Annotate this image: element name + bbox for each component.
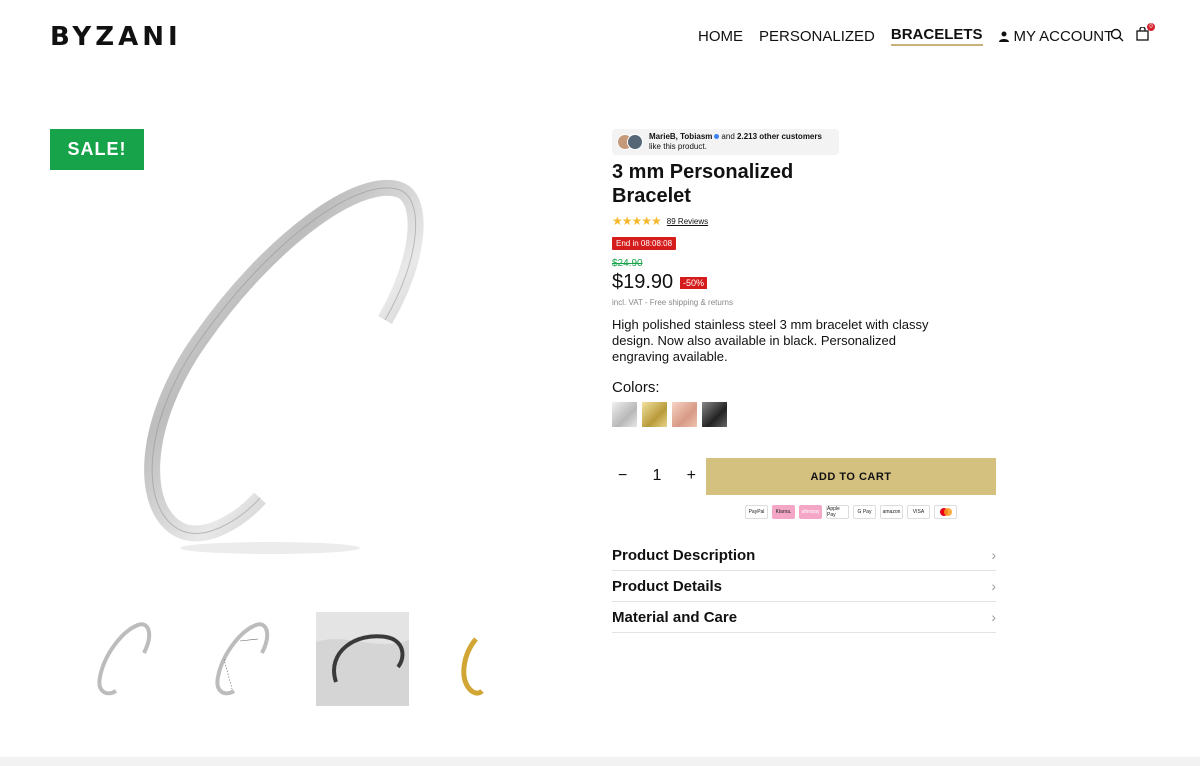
customer-avatars xyxy=(617,134,643,150)
thumbnail-fabric[interactable] xyxy=(316,612,409,706)
verified-icon xyxy=(714,134,720,139)
chevron-right-icon: › xyxy=(991,609,996,625)
product-title: 3 mm Personalized Bracelet xyxy=(612,161,794,207)
rating-stars: ★★★★★ xyxy=(612,214,662,228)
quantity-decrease-button[interactable]: − xyxy=(618,467,627,485)
user-icon xyxy=(998,31,1009,42)
google-pay-icon: G Pay xyxy=(853,505,876,519)
chevron-right-icon: › xyxy=(991,547,996,563)
thumbnail-gold[interactable] xyxy=(434,612,527,706)
color-swatch-silver[interactable] xyxy=(612,402,637,427)
color-swatch-gold[interactable] xyxy=(642,402,667,427)
product-description-text: High polished stainless steel 3 mm brace… xyxy=(612,317,929,364)
accordion-label: Product Details xyxy=(612,577,723,595)
color-swatch-rose-gold[interactable] xyxy=(672,402,697,427)
nav-personalized[interactable]: PERSONALIZED xyxy=(759,28,875,45)
old-price: $24.90 xyxy=(612,258,643,269)
nav-home[interactable]: HOME xyxy=(698,28,743,45)
quantity-increase-button[interactable]: + xyxy=(687,467,696,485)
thumbnail-silver[interactable] xyxy=(80,612,173,706)
visa-icon: VISA xyxy=(907,505,930,519)
klarna-icon: Klarna. xyxy=(772,505,795,519)
accordion-label: Product Description xyxy=(612,546,756,564)
social-proof-count: 2.213 other customers xyxy=(737,132,822,141)
nav-my-account[interactable]: MY ACCOUNT xyxy=(998,27,1114,45)
accordion-product-details[interactable]: Product Details › xyxy=(612,571,996,602)
payment-methods: PayPal Klarna. afterpay Apple Pay G Pay … xyxy=(745,505,957,519)
amazon-pay-icon: amazon xyxy=(880,505,903,519)
product-accordion: Product Description › Product Details › … xyxy=(612,540,996,633)
afterpay-icon: afterpay xyxy=(799,505,822,519)
social-proof-line2: like this product. xyxy=(649,142,707,151)
social-proof-names: MarieB, Tobiasm xyxy=(649,132,713,141)
cart-button[interactable]: 0 xyxy=(1136,23,1155,43)
paypal-icon: PayPal xyxy=(745,505,768,519)
add-to-cart-button[interactable]: ADD TO CART xyxy=(706,458,996,495)
chevron-right-icon: › xyxy=(991,578,996,594)
thumbnail-silver-image xyxy=(96,622,151,696)
color-swatch-black[interactable] xyxy=(702,402,727,427)
color-swatches xyxy=(612,402,727,427)
mastercard-logo xyxy=(939,508,952,516)
reviews-link[interactable]: 89 Reviews xyxy=(667,217,708,226)
social-proof-and: and xyxy=(721,132,735,141)
quantity-stepper: − 1 + xyxy=(612,458,702,494)
mastercard-icon xyxy=(934,505,957,519)
colors-label: Colors: xyxy=(612,379,660,396)
search-icon[interactable] xyxy=(1110,28,1124,42)
main-product-image[interactable] xyxy=(120,170,460,570)
thumbnail-strip xyxy=(80,612,527,706)
nav-bracelets[interactable]: BRACELETS xyxy=(890,26,983,46)
accordion-material-and-care[interactable]: Material and Care › xyxy=(612,602,996,633)
cart-count-badge: 0 xyxy=(1147,23,1155,31)
thumbnail-diagram-image xyxy=(214,622,269,696)
thumbnail-diagram[interactable] xyxy=(198,612,291,706)
social-proof-text: MarieB, Tobiasm and 2.213 other customers… xyxy=(649,132,822,152)
thumbnail-fabric-image xyxy=(316,612,409,706)
sale-timer-badge: End in 08:08:08 xyxy=(612,237,677,250)
header-icons: 0 xyxy=(1110,23,1155,43)
thumbnail-gold-image xyxy=(460,637,484,696)
accordion-product-description[interactable]: Product Description › xyxy=(612,540,996,571)
main-nav: HOME PERSONALIZED BRACELETS MY ACCOUNT xyxy=(698,26,1129,46)
vat-note: incl. VAT - Free shipping & returns xyxy=(612,298,733,307)
current-price: $19.90 xyxy=(612,271,674,293)
my-account-label: MY ACCOUNT xyxy=(1013,27,1114,45)
bracelet-image xyxy=(144,179,424,554)
accordion-label: Material and Care xyxy=(612,608,738,626)
product-rating: ★★★★★ 89 Reviews xyxy=(612,214,708,228)
brand-logo[interactable]: BYZANI xyxy=(50,22,182,52)
social-proof-banner: MarieB, Tobiasm and 2.213 other customers… xyxy=(612,129,839,155)
avatar xyxy=(627,134,643,150)
footer-strip xyxy=(0,757,1200,766)
quantity-value[interactable]: 1 xyxy=(653,467,662,485)
apple-pay-icon: Apple Pay xyxy=(826,505,849,519)
discount-badge: -50% xyxy=(680,277,708,289)
sale-badge: SALE! xyxy=(50,129,144,170)
